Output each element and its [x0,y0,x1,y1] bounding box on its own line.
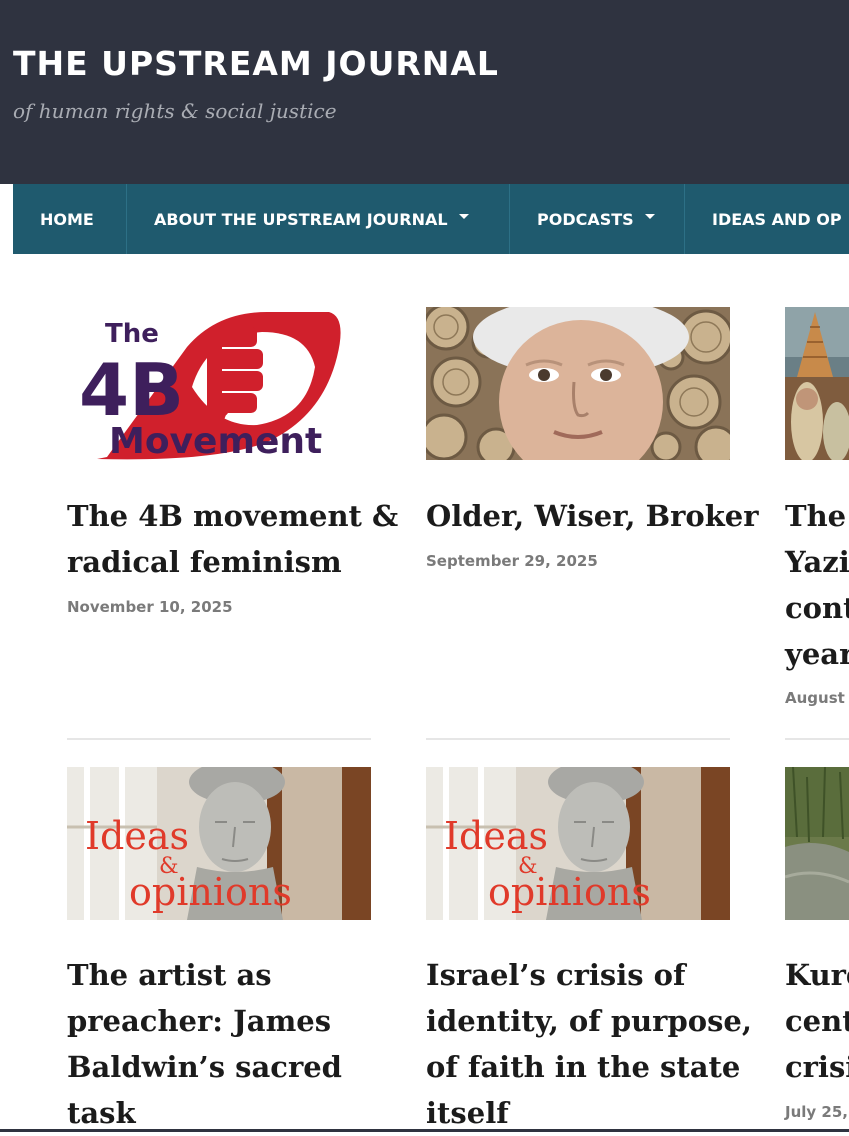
title-line: task [67,1096,136,1130]
ideas-opinions-statue: Ideas & opinions [67,767,371,920]
site-tagline: of human rights & social justice [13,99,337,123]
post-date-older-wiser: September 29, 2025 [426,552,598,570]
title-line: Older, Wiser, Broker [426,499,759,533]
title-line: cente [785,1004,849,1038]
post-thumbnail-israel-crisis[interactable]: Ideas & opinions [426,767,730,920]
row-divider [426,738,730,740]
post-title-4b[interactable]: The 4B movement & radical feminism [67,493,398,585]
title-line: The [785,499,847,533]
nav-ideas-and-opinions[interactable]: IDEAS AND OP [685,184,849,254]
post-title-yazidi[interactable]: The Yazi cont years [785,493,849,677]
post-date-4b: November 10, 2025 [67,598,233,616]
post-title-artist-preacher[interactable]: The artist as preacher: James Baldwin’s … [67,952,342,1136]
title-line: Yazi [785,545,849,579]
nav-label: ABOUT THE UPSTREAM JOURNAL [154,209,448,229]
post-title-kurd[interactable]: Kurd cente crisi [785,952,849,1090]
site-title[interactable]: THE UPSTREAM JOURNAL [13,44,499,83]
4b-movement-logo: The 4B Movement [79,312,341,460]
nav-label: IDEAS AND OP [712,209,842,229]
title-line: radical feminism [67,545,342,579]
logo-text-4b: 4B [79,348,184,432]
chevron-down-icon [458,213,469,219]
title-line: Israel’s crisis of [426,958,686,992]
post-thumbnail-kurd[interactable] [785,767,849,920]
title-line: years [785,637,849,671]
river-landscape-photo [785,767,849,920]
overlay-text-opinions: opinions [129,870,292,914]
title-line: Baldwin’s sacred [67,1050,342,1084]
yazidi-temple-illustration [785,307,849,460]
title-line: itself [426,1096,509,1130]
title-line: preacher: James [67,1004,332,1038]
nav-podcasts[interactable]: PODCASTS [510,184,685,254]
elderly-woman-photo [426,307,730,460]
post-title-older-wiser[interactable]: Older, Wiser, Broker [426,493,759,539]
title-line: of faith in the state [426,1050,741,1084]
post-thumbnail-older-wiser[interactable] [426,307,730,460]
title-line: Kurd [785,958,849,992]
logo-text-movement: Movement [109,421,322,460]
ideas-opinions-statue: Ideas & opinions [426,767,730,920]
chevron-down-icon [644,213,655,219]
title-line: The 4B movement & [67,499,399,533]
row-divider [67,738,371,740]
title-line: crisi [785,1050,849,1084]
main-nav: HOME ABOUT THE UPSTREAM JOURNAL PODCASTS… [13,184,849,254]
post-date-yazidi: August 2 [785,689,849,707]
post-title-israel-crisis[interactable]: Israel’s crisis of identity, of purpose,… [426,952,752,1136]
post-date-kurd: July 25, 2 [785,1103,849,1121]
overlay-text-ideas: Ideas [444,814,548,858]
logo-text-the: The [105,319,159,349]
title-line: The artist as [67,958,272,992]
post-thumbnail-yazidi[interactable] [785,307,849,460]
nav-about[interactable]: ABOUT THE UPSTREAM JOURNAL [127,184,510,254]
post-thumbnail-4b[interactable]: The 4B Movement [67,307,371,460]
title-line: identity, of purpose, [426,1004,752,1038]
post-thumbnail-artist-preacher[interactable]: Ideas & opinions [67,767,371,920]
row-divider [785,738,849,740]
nav-label: PODCASTS [537,209,634,229]
overlay-text-opinions: opinions [488,870,651,914]
site-header: THE UPSTREAM JOURNAL of human rights & s… [0,0,849,184]
nav-label: HOME [40,209,94,229]
nav-home[interactable]: HOME [13,184,127,254]
title-line: cont [785,591,849,625]
overlay-text-ideas: Ideas [85,814,189,858]
